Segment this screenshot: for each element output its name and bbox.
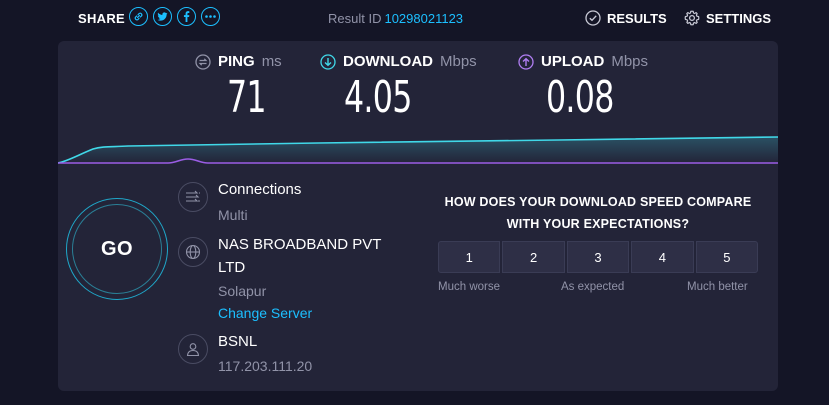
isp-ip: 117.203.111.20 [218, 358, 313, 374]
ping-value: 71 [227, 72, 267, 123]
link-icon[interactable] [129, 7, 148, 26]
facebook-icon[interactable] [177, 7, 196, 26]
rating-2-button[interactable]: 2 [502, 241, 565, 273]
share-icons [129, 7, 220, 26]
share-label: SHARE [78, 11, 126, 26]
upload-icon [518, 53, 534, 70]
connections-icon[interactable] [178, 182, 208, 212]
rating-high-label: Much better [687, 281, 748, 293]
download-label: DOWNLOAD [343, 53, 433, 70]
connections-title: Connections [218, 181, 302, 198]
results-button[interactable]: RESULTS [585, 10, 667, 26]
upload-header: UPLOAD Mbps [518, 53, 648, 70]
ping-icon [195, 53, 211, 70]
top-bar: SHARE Result ID 10298021123 RESULTS SETTI… [0, 0, 829, 40]
ping-label: PING [218, 53, 255, 70]
change-server-link[interactable]: Change Server [218, 305, 312, 321]
go-label: GO [72, 204, 162, 294]
download-unit: Mbps [440, 53, 477, 70]
server-name-line1: NAS BROADBAND PVT [218, 236, 382, 253]
results-label: RESULTS [607, 10, 667, 26]
download-value: 4.05 [344, 72, 412, 123]
connections-mode[interactable]: Multi [218, 207, 248, 223]
settings-label: SETTINGS [706, 10, 772, 26]
rating-3-button[interactable]: 3 [566, 241, 630, 273]
gear-icon [684, 10, 700, 26]
feedback-question: HOW DOES YOUR DOWNLOAD SPEED COMPARE WIT… [432, 191, 764, 235]
server-location: Solapur [218, 283, 267, 299]
upload-unit: Mbps [611, 53, 649, 70]
upload-value: 0.08 [546, 72, 614, 123]
twitter-icon[interactable] [153, 7, 172, 26]
ping-unit: ms [261, 53, 282, 70]
more-icon[interactable] [201, 7, 220, 26]
ping-header: PING ms [195, 53, 282, 70]
feedback-rating: 1 2 3 4 5 [438, 241, 759, 273]
download-graph-area [58, 137, 778, 163]
upload-metric: UPLOAD Mbps 0.08 [518, 53, 648, 123]
rating-mid-label: As expected [561, 281, 625, 293]
result-id-label: Result ID [328, 11, 382, 26]
go-button[interactable]: GO [66, 198, 168, 300]
download-metric: DOWNLOAD Mbps 4.05 [320, 53, 477, 123]
upload-label: UPLOAD [541, 53, 605, 70]
settings-button[interactable]: SETTINGS [684, 10, 771, 26]
rating-low-label: Much worse [438, 281, 500, 293]
download-icon [320, 53, 336, 70]
results-card: PING ms 71 DOWNLOAD Mbps 4.05 UPLOAD Mbp… [58, 41, 778, 391]
rating-4-button[interactable]: 4 [631, 241, 694, 273]
speed-graph [58, 136, 778, 164]
globe-icon [178, 237, 208, 267]
ping-metric: PING ms 71 [195, 53, 282, 123]
rating-1-button[interactable]: 1 [438, 241, 501, 273]
isp-name: BSNL [218, 333, 258, 350]
rating-5-button[interactable]: 5 [695, 241, 759, 273]
result-id-value[interactable]: 10298021123 [384, 11, 463, 26]
download-header: DOWNLOAD Mbps [320, 53, 477, 70]
result-id: Result ID 10298021123 [328, 11, 463, 26]
server-name-line2: LTD [218, 259, 246, 276]
feedback-question-line2: WITH YOUR EXPECTATIONS? [506, 217, 690, 231]
check-circle-icon [585, 10, 601, 26]
feedback-question-line1: HOW DOES YOUR DOWNLOAD SPEED COMPARE [444, 195, 752, 209]
user-icon [178, 334, 208, 364]
